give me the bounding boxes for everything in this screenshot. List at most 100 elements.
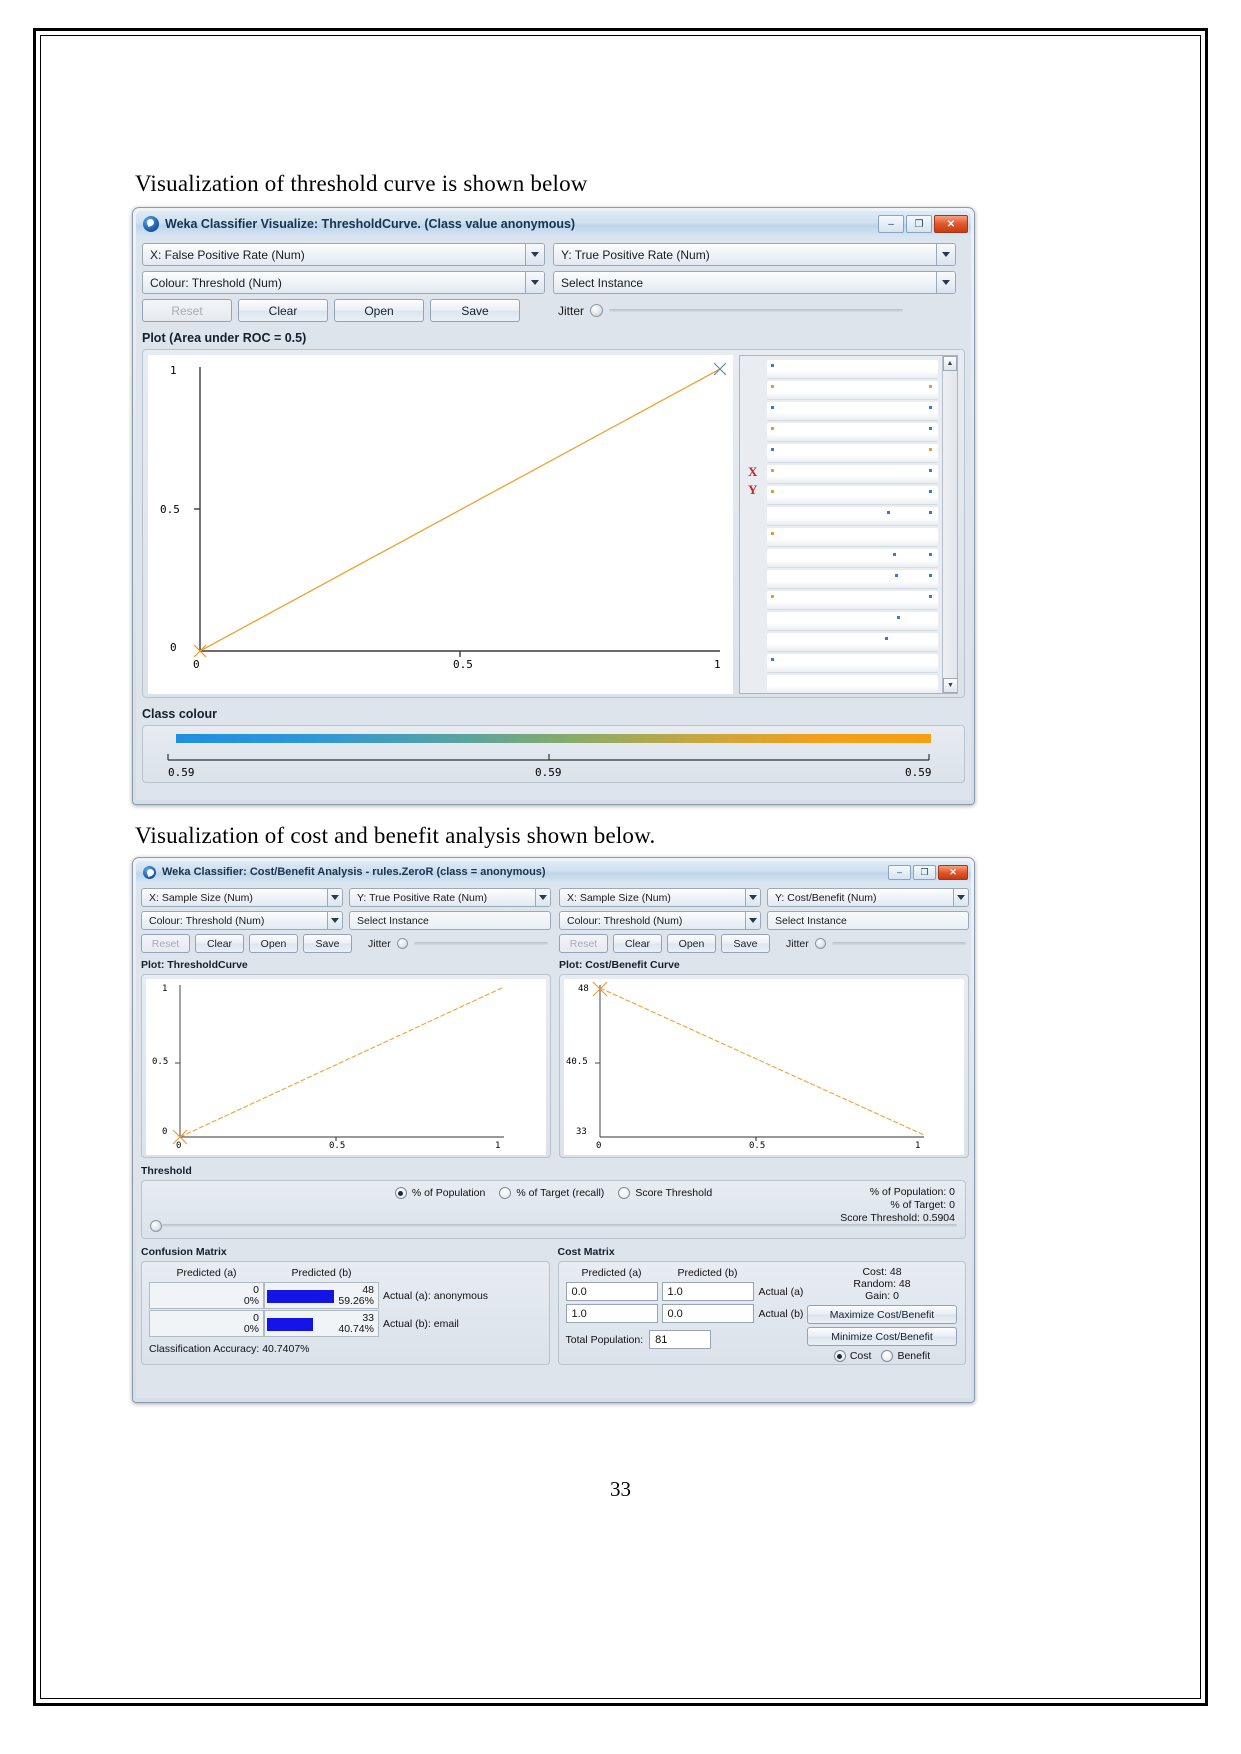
minimize-button[interactable]: – [878,215,904,233]
minimize-button[interactable]: – [888,864,911,880]
right-save-button[interactable]: Save [721,934,770,953]
confusion-cell-a-a[interactable]: 0 0% [149,1282,264,1309]
left-y-axis-selector[interactable]: Y: True Positive Rate (Num) [349,888,551,907]
radio-icon[interactable] [499,1187,512,1199]
chevron-down-icon[interactable] [525,272,544,293]
left-clear-button[interactable]: Clear [195,934,244,953]
right-select-instance[interactable]: Select Instance [767,911,969,930]
chevron-down-icon[interactable] [953,889,968,906]
cost-benefit-plot[interactable]: 48 40.5 33 0 0.5 1 [564,979,964,1155]
clear-button[interactable]: Clear [238,299,328,322]
radio-icon[interactable] [881,1350,894,1362]
list-item[interactable] [767,654,938,673]
right-open-button[interactable]: Open [667,934,716,953]
list-item[interactable] [767,486,938,505]
right-x-axis-selector[interactable]: X: Sample Size (Num) [559,888,761,907]
left-select-instance[interactable]: Select Instance [349,911,551,930]
close-button[interactable]: ✕ [938,864,968,880]
cost-input-a-b[interactable]: 1.0 [661,1282,754,1301]
jitter-slider-knob[interactable] [590,304,604,317]
jitter-slider-knob[interactable] [396,938,408,949]
chevron-down-icon[interactable] [525,244,544,265]
total-population-input[interactable]: 81 [649,1330,712,1349]
threshold-curve-plot[interactable]: 1 0.5 0 0 0.5 1 [146,979,546,1155]
close-button[interactable]: ✕ [934,215,968,233]
scroll-down-icon[interactable]: ▼ [943,678,957,693]
instance-list-panel[interactable]: X Y ▲ ▼ [739,355,958,694]
list-item[interactable] [767,402,938,421]
right-colour-selector[interactable]: Colour: Threshold (Num) [559,911,761,930]
maximize-cost-benefit-button[interactable]: Maximize Cost/Benefit [807,1305,957,1324]
instance-rows[interactable] [764,358,941,693]
right-jitter-slider[interactable]: Jitter [786,938,966,950]
roc-plot[interactable]: 1 0.5 0 0 0.5 1 [148,355,733,694]
open-button[interactable]: Open [334,299,424,322]
chevron-down-icon[interactable] [745,889,760,906]
confusion-cell-b-a[interactable]: 0 0% [149,1310,264,1337]
list-item[interactable] [767,633,938,652]
list-item[interactable] [767,570,938,589]
left-colour-selector[interactable]: Colour: Threshold (Num) [141,911,343,930]
chevron-down-icon[interactable] [936,244,955,265]
list-item[interactable] [767,423,938,442]
radio-pct-target[interactable]: % of Target (recall) [499,1187,604,1199]
instance-list-scrollbar[interactable]: ▲ ▼ [942,356,957,693]
select-instance-dropdown[interactable]: Select Instance [553,271,956,294]
chevron-down-icon[interactable] [327,889,342,906]
list-item[interactable] [767,591,938,610]
radio-icon[interactable] [394,1187,407,1199]
maximize-button[interactable]: ❐ [913,864,936,880]
scroll-up-icon[interactable]: ▲ [943,356,957,371]
threshold-curve-window[interactable]: Weka Classifier Visualize: ThresholdCurv… [132,207,975,805]
radio-score-threshold[interactable]: Score Threshold [618,1187,712,1199]
right-reset-button[interactable]: Reset [559,934,608,953]
threshold-slider[interactable] [150,1220,957,1232]
right-clear-button[interactable]: Clear [613,934,662,953]
left-x-axis-selector[interactable]: X: Sample Size (Num) [141,888,343,907]
list-item[interactable] [767,507,938,526]
cost-window-titlebar[interactable]: Weka Classifier: Cost/Benefit Analysis -… [136,861,971,883]
radio-icon[interactable] [618,1187,631,1199]
radio-icon[interactable] [833,1350,846,1362]
y-axis-selector[interactable]: Y: True Positive Rate (Num) [553,243,956,266]
cost-window-controls[interactable]: – ❐ ✕ [888,864,968,880]
reset-button[interactable]: Reset [142,299,232,322]
radio-benefit[interactable]: Benefit [881,1350,930,1362]
save-button[interactable]: Save [430,299,520,322]
threshold-window-titlebar[interactable]: Weka Classifier Visualize: ThresholdCurv… [136,211,971,237]
list-item[interactable] [767,465,938,484]
table-row[interactable]: 0 0% 48 59.26% Actual (a): anonymous [149,1282,542,1309]
chevron-down-icon[interactable] [745,912,760,929]
jitter-slider-track[interactable] [609,308,903,313]
jitter-slider-track[interactable] [413,941,548,946]
jitter-slider-knob[interactable] [814,938,826,949]
cost-input-b-b[interactable]: 0.0 [661,1304,754,1323]
threshold-slider-track[interactable] [162,1224,957,1228]
threshold-window-controls[interactable]: – ❐ ✕ [878,215,968,233]
chevron-down-icon[interactable] [936,272,955,293]
left-open-button[interactable]: Open [249,934,298,953]
list-item[interactable] [767,381,938,400]
threshold-slider-knob[interactable] [150,1220,162,1232]
confusion-cell-a-b[interactable]: 48 59.26% [264,1282,379,1309]
table-row[interactable]: 0 0% 33 40.74% Actual (b): email [149,1310,542,1337]
list-item[interactable] [767,444,938,463]
list-item[interactable] [767,528,938,547]
maximize-button[interactable]: ❐ [906,215,932,233]
colour-selector[interactable]: Colour: Threshold (Num) [142,271,545,294]
chevron-down-icon[interactable] [535,889,550,906]
right-y-axis-selector[interactable]: Y: Cost/Benefit (Num) [767,888,969,907]
jitter-slider[interactable]: Jitter [558,304,903,318]
list-item[interactable] [767,675,938,693]
list-item[interactable] [767,360,938,379]
radio-pct-population[interactable]: % of Population [394,1187,485,1199]
left-jitter-slider[interactable]: Jitter [368,938,548,950]
radio-cost[interactable]: Cost [833,1350,871,1362]
cost-input-b-a[interactable]: 1.0 [565,1304,658,1323]
cost-input-a-a[interactable]: 0.0 [565,1282,658,1301]
minimize-cost-benefit-button[interactable]: Minimize Cost/Benefit [807,1327,957,1346]
left-reset-button[interactable]: Reset [141,934,190,953]
left-save-button[interactable]: Save [303,934,352,953]
jitter-slider-track[interactable] [831,941,966,946]
x-axis-selector[interactable]: X: False Positive Rate (Num) [142,243,545,266]
